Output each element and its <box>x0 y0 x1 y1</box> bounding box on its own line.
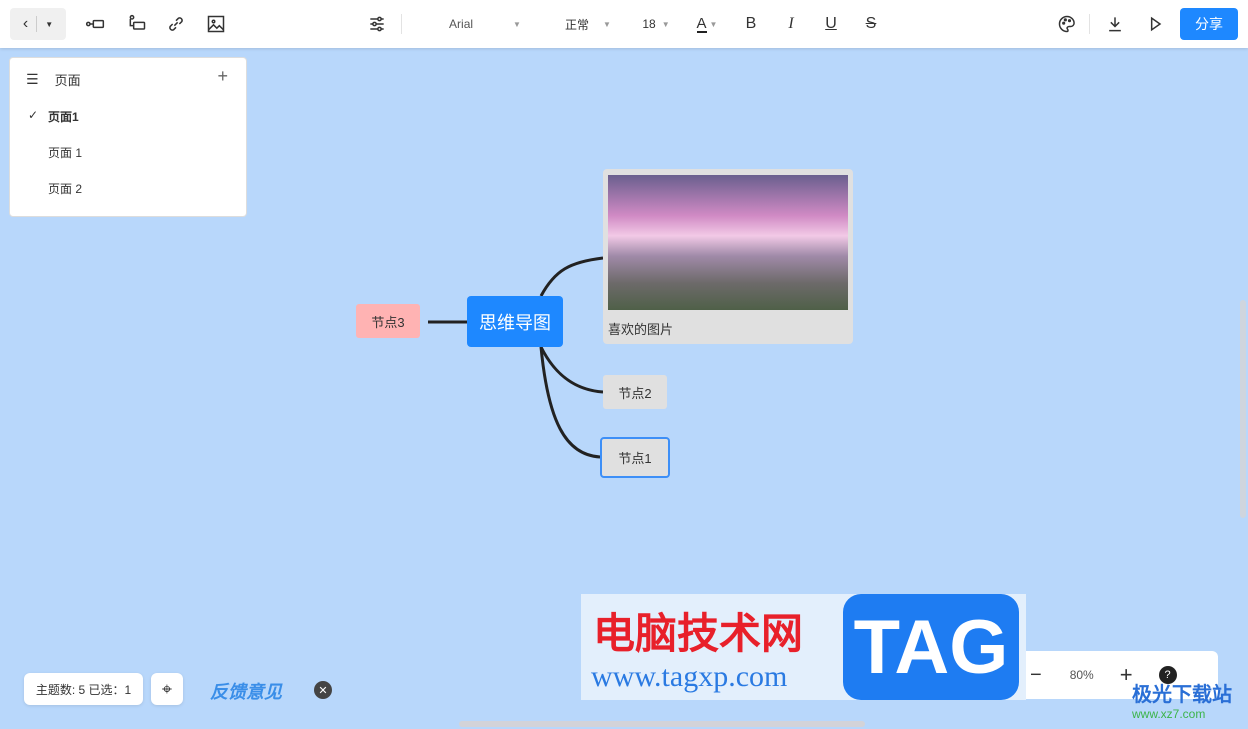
watermark: 电脑技术网 www.tagxp.com TAG <box>581 594 1026 700</box>
zoom-in-button[interactable]: + <box>1120 662 1133 688</box>
node-picture <box>608 175 848 310</box>
node-1-selected[interactable]: 节点1 <box>600 437 670 478</box>
zoom-level: 80% <box>1069 668 1094 682</box>
locate-icon[interactable]: ⌖ <box>151 673 183 705</box>
close-feedback-icon[interactable]: ✕ <box>314 681 332 699</box>
node-3[interactable]: 节点3 <box>356 304 420 338</box>
zoom-out-button[interactable]: − <box>1030 664 1042 687</box>
horizontal-scrollbar[interactable] <box>459 721 865 727</box>
corner-watermark: 极光下载站 www.xz7.com <box>1132 684 1232 721</box>
topic-count: 主题数: 5 已选：1 <box>24 673 143 705</box>
feedback-link[interactable]: 反馈意见 <box>210 678 282 704</box>
image-node[interactable]: 喜欢的图片 <box>603 169 853 344</box>
root-node[interactable]: 思维导图 <box>467 296 563 347</box>
image-node-caption: 喜欢的图片 <box>608 322 674 337</box>
connector-node2 <box>539 346 604 394</box>
vertical-scrollbar[interactable] <box>1240 300 1246 518</box>
connector-image <box>539 256 604 297</box>
node-2[interactable]: 节点2 <box>603 375 667 409</box>
